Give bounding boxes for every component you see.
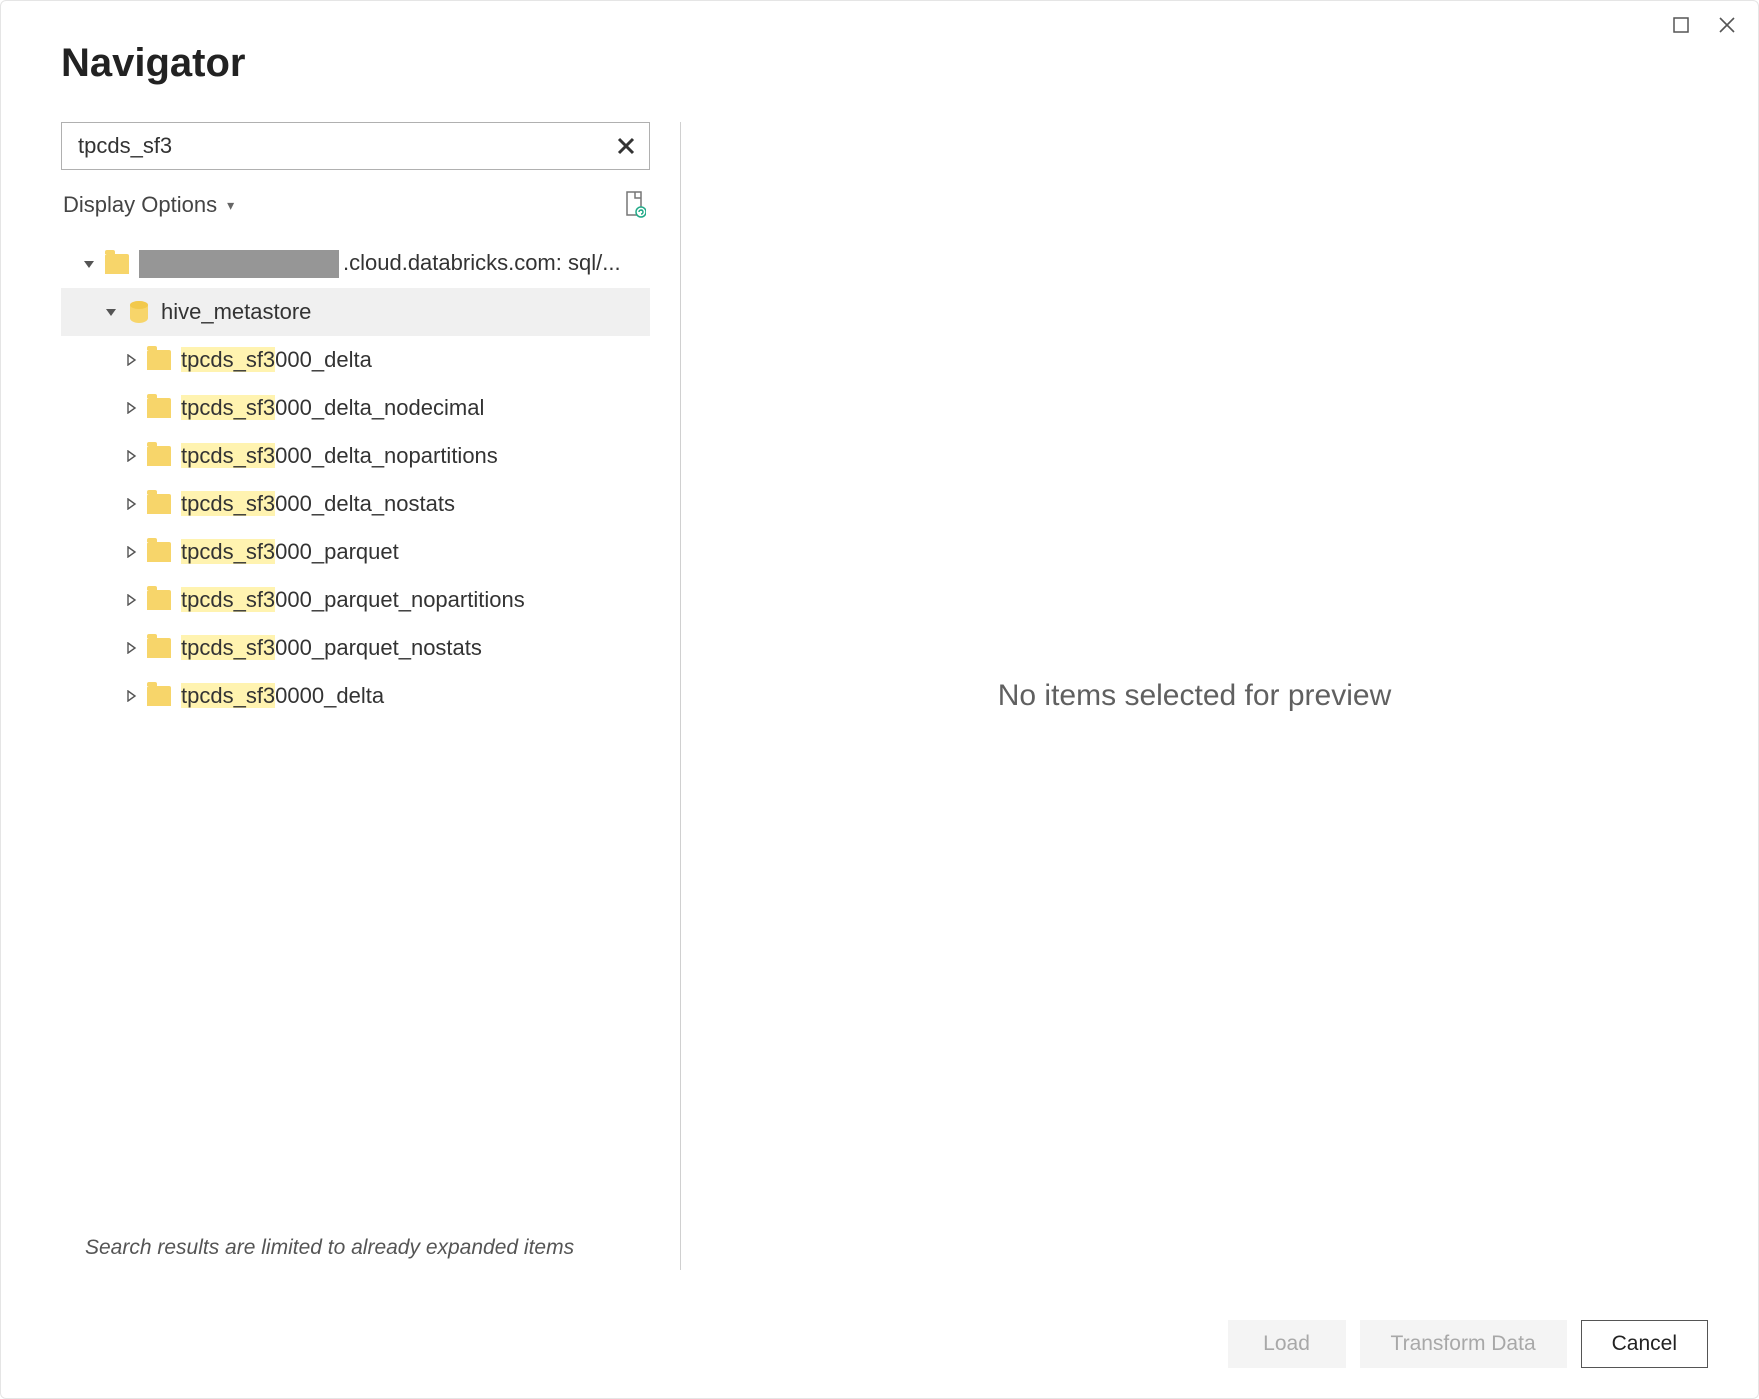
maximize-button[interactable] (1670, 14, 1692, 36)
tree-metastore-label: hive_metastore (161, 299, 311, 325)
folder-icon (147, 350, 171, 370)
tree-item-label: tpcds_sf3000_parquet_nopartitions (181, 587, 525, 613)
folder-icon (105, 254, 129, 274)
tree-root-node[interactable]: .cloud.databricks.com: sql/... (61, 240, 650, 288)
tree-item[interactable]: tpcds_sf3000_parquet_nopartitions (61, 576, 650, 624)
folder-icon (147, 638, 171, 658)
folder-icon (147, 494, 171, 514)
tree-item[interactable]: tpcds_sf3000_parquet (61, 528, 650, 576)
folder-icon (147, 398, 171, 418)
expand-icon[interactable] (121, 590, 141, 610)
clear-search-button[interactable] (613, 133, 639, 159)
search-box (61, 122, 650, 170)
expand-icon[interactable] (121, 398, 141, 418)
tree-root-label: .cloud.databricks.com: sql/... (139, 250, 621, 278)
tree-item-label: tpcds_sf3000_parquet (181, 539, 399, 565)
expand-icon[interactable] (121, 542, 141, 562)
transform-data-button[interactable]: Transform Data (1360, 1320, 1567, 1368)
search-limit-note: Search results are limited to already ex… (61, 1226, 650, 1270)
preview-empty-message: No items selected for preview (998, 679, 1392, 713)
expand-icon[interactable] (121, 350, 141, 370)
search-input[interactable] (76, 132, 613, 160)
collapse-icon[interactable] (101, 302, 121, 322)
close-window-button[interactable] (1716, 14, 1738, 36)
display-options-dropdown[interactable]: Display Options ▾ (63, 192, 234, 218)
preview-pane: No items selected for preview (681, 122, 1708, 1270)
folder-icon (147, 590, 171, 610)
dialog-button-row: Load Transform Data Cancel (1, 1290, 1758, 1398)
tree-item-label: tpcds_sf3000_delta (181, 347, 372, 373)
tree-item-label: tpcds_sf3000_delta_nostats (181, 491, 455, 517)
folder-icon (147, 542, 171, 562)
database-icon (130, 301, 148, 323)
cancel-button[interactable]: Cancel (1581, 1320, 1708, 1368)
tree-item[interactable]: tpcds_sf3000_delta_nopartitions (61, 432, 650, 480)
expand-icon[interactable] (121, 638, 141, 658)
collapse-icon[interactable] (79, 254, 99, 274)
folder-icon (147, 446, 171, 466)
tree-item-label: tpcds_sf3000_delta_nodecimal (181, 395, 484, 421)
refresh-button[interactable] (622, 190, 648, 220)
tree-item[interactable]: tpcds_sf30000_delta (61, 672, 650, 720)
expand-icon[interactable] (121, 446, 141, 466)
tree-item-label: tpcds_sf3000_delta_nopartitions (181, 443, 498, 469)
display-options-label: Display Options (63, 192, 217, 218)
load-button[interactable]: Load (1228, 1320, 1346, 1368)
navigator-left-pane: Display Options ▾ (61, 122, 681, 1270)
tree-item[interactable]: tpcds_sf3000_delta_nodecimal (61, 384, 650, 432)
tree-item[interactable]: tpcds_sf3000_parquet_nostats (61, 624, 650, 672)
tree-metastore-node[interactable]: hive_metastore (61, 288, 650, 336)
navigator-dialog: Navigator Display Options ▾ (0, 0, 1759, 1399)
window-titlebar (1, 1, 1758, 41)
expand-icon[interactable] (121, 494, 141, 514)
tree-item-label: tpcds_sf30000_delta (181, 683, 384, 709)
page-title: Navigator (61, 41, 1708, 86)
chevron-down-icon: ▾ (227, 197, 234, 214)
tree-item-label: tpcds_sf3000_parquet_nostats (181, 635, 482, 661)
tree-item[interactable]: tpcds_sf3000_delta_nostats (61, 480, 650, 528)
tree-item[interactable]: tpcds_sf3000_delta (61, 336, 650, 384)
expand-icon[interactable] (121, 686, 141, 706)
redacted-hostname (139, 250, 339, 278)
navigator-tree: .cloud.databricks.com: sql/... hive_meta… (61, 240, 650, 1226)
folder-icon (147, 686, 171, 706)
